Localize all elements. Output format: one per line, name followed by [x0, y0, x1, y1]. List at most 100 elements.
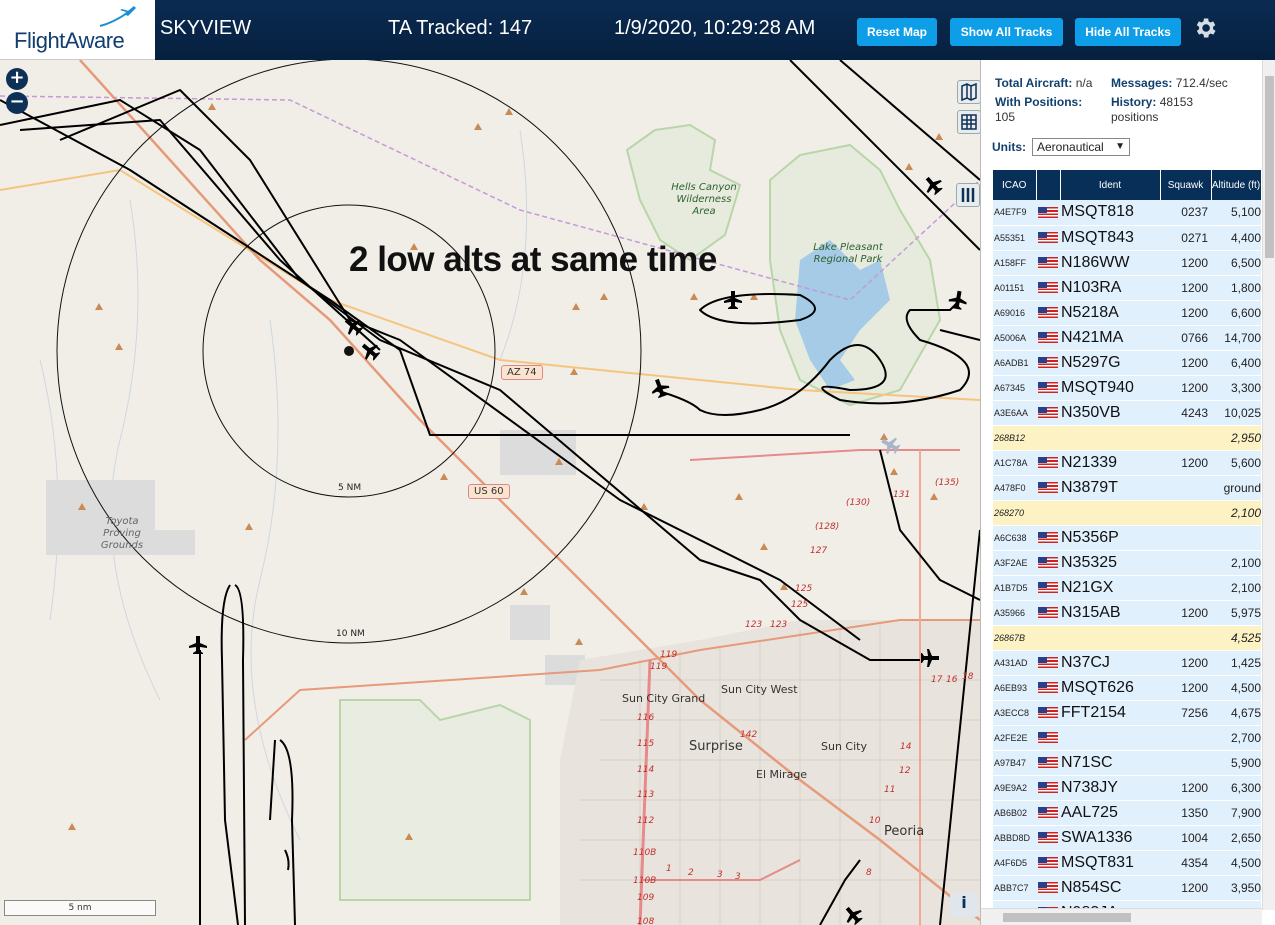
altitude-cell: 5,600	[1211, 450, 1261, 476]
ident-cell: N315AB	[1060, 600, 1160, 626]
units-select[interactable]: Aeronautical ▼	[1032, 138, 1130, 156]
table-row[interactable]: A69016 N5218A 1200 6,600	[993, 300, 1261, 326]
us-flag-icon	[1038, 706, 1058, 718]
reset-map-button[interactable]: Reset Map	[857, 18, 937, 46]
squawk-cell: 1200	[1160, 875, 1211, 901]
table-row[interactable]: ABBD8D SWA1336 1004 2,650	[993, 825, 1261, 851]
flightaware-logo[interactable]: FlightAware	[0, 0, 155, 60]
squawk-cell: 1200	[1160, 375, 1211, 401]
table-row[interactable]: A01151 N103RA 1200 1,800	[993, 275, 1261, 301]
column-header-flag[interactable]	[1036, 170, 1061, 200]
squawk-cell	[1160, 525, 1211, 551]
us-flag-icon	[1038, 381, 1058, 393]
route-number: 114	[637, 765, 655, 775]
squawk-cell: 4243	[1160, 400, 1211, 426]
us-flag-icon	[1038, 681, 1058, 693]
us-flag-icon	[1038, 556, 1058, 568]
table-row[interactable]: A55351 MSQT843 0271 4,400	[993, 225, 1261, 251]
flag-cell	[1036, 750, 1060, 776]
table-row[interactable]: A4E7F9 MSQT818 0237 5,100	[993, 200, 1261, 226]
column-header-squawk[interactable]: Squawk	[1160, 170, 1212, 200]
show-all-tracks-button[interactable]: Show All Tracks	[950, 18, 1063, 46]
ident-cell: AAL725	[1060, 800, 1160, 826]
squawk-cell	[1160, 550, 1211, 576]
vertical-scrollbar[interactable]	[1262, 60, 1275, 910]
table-row[interactable]: A431AD N37CJ 1200 1,425	[993, 650, 1261, 676]
us-flag-icon	[1038, 406, 1058, 418]
table-row[interactable]: A9E9A2 N738JY 1200 6,300	[993, 775, 1261, 801]
horizontal-scrollbar[interactable]	[981, 908, 1262, 925]
app-title: SKYVIEW	[160, 17, 252, 39]
flag-cell	[1036, 375, 1060, 401]
table-row[interactable]: A5006A N421MA 0766 14,700	[993, 325, 1261, 351]
table-row[interactable]: A35966 N315AB 1200 5,975	[993, 600, 1261, 626]
table-row[interactable]: A67345 MSQT940 1200 3,300	[993, 375, 1261, 401]
grid-icon	[961, 114, 977, 130]
table-row[interactable]: 268270 2,100	[993, 500, 1261, 526]
table-row[interactable]: A1B7D5 N21GX 2,100	[993, 575, 1261, 601]
place-surprise: Surprise	[689, 739, 743, 754]
table-row[interactable]: A6C638 N5356P	[993, 525, 1261, 551]
icao-cell: 268270	[993, 500, 1036, 526]
table-row[interactable]: A97B47 N71SC 5,900	[993, 750, 1261, 776]
table-row[interactable]: A6ADB1 N5297G 1200 6,400	[993, 350, 1261, 376]
column-header-altitude[interactable]: Altitude (ft)	[1211, 170, 1262, 200]
altitude-cell: 2,650	[1211, 825, 1261, 851]
icao-cell: A6C638	[993, 525, 1036, 551]
table-row[interactable]: A478F0 N3879T ground	[993, 475, 1261, 501]
zoom-in-button[interactable]: +	[6, 68, 28, 90]
column-header-icao[interactable]: ICAO	[993, 170, 1037, 200]
with-positions-label: With Positions:	[995, 95, 1083, 109]
altitude-cell: 5,100	[1211, 200, 1261, 226]
sidebar-toggle-button[interactable]	[956, 183, 980, 207]
squawk-cell: 7256	[1160, 700, 1211, 726]
icao-cell: ABBD8D	[993, 825, 1036, 851]
altitude-cell: 6,300	[1211, 775, 1261, 801]
table-row[interactable]: A4F6D5 MSQT831 4354 4,500	[993, 850, 1261, 876]
route-number: 112	[637, 816, 655, 826]
us-flag-icon	[1038, 356, 1058, 368]
table-row[interactable]: A6EB93 MSQT626 1200 4,500	[993, 675, 1261, 701]
route-number: 115	[637, 739, 655, 749]
altitude-cell: 3,300	[1211, 375, 1261, 401]
park-label: Toyota Proving Grounds	[100, 516, 144, 551]
route-number: (128)	[815, 522, 840, 532]
table-row[interactable]: A158FF N186WW 1200 6,500	[993, 250, 1261, 276]
table-row[interactable]: A3ECC8 FFT2154 7256 4,675	[993, 700, 1261, 726]
table-row[interactable]: AB6B02 AAL725 1350 7,900	[993, 800, 1261, 826]
table-row[interactable]: 268B12 2,950	[993, 425, 1261, 451]
squawk-cell	[1160, 750, 1211, 776]
flag-cell	[1036, 400, 1060, 426]
ident-cell: MSQT626	[1060, 675, 1160, 701]
table-row[interactable]: 26867B 4,525	[993, 625, 1261, 651]
zoom-out-button[interactable]: −	[6, 92, 28, 114]
table-row[interactable]: A3E6AA N350VB 4243 10,025	[993, 400, 1261, 426]
units-label: Units:	[992, 140, 1026, 154]
squawk-cell: 0766	[1160, 325, 1211, 351]
scrollbar-thumb[interactable]	[1003, 913, 1131, 922]
gear-icon[interactable]	[1192, 15, 1218, 41]
scrollbar-thumb[interactable]	[1265, 76, 1274, 258]
us-flag-icon	[1038, 756, 1058, 768]
table-row[interactable]: A3F2AE N35325 2,100	[993, 550, 1261, 576]
us-flag-icon	[1038, 531, 1058, 543]
table-row[interactable]: ABB7C7 N854SC 1200 3,950	[993, 875, 1261, 901]
ident-cell: N71SC	[1060, 750, 1160, 776]
icao-cell: A3E6AA	[993, 400, 1036, 426]
ident-cell: FFT2154	[1060, 700, 1160, 726]
table-row[interactable]: A2FE2E 2,700	[993, 725, 1261, 751]
table-row[interactable]: A1C78A N21339 1200 5,600	[993, 450, 1261, 476]
altitude-cell: 4,500	[1211, 850, 1261, 876]
flag-cell	[1036, 550, 1060, 576]
us-flag-icon	[1038, 781, 1058, 793]
map-canvas[interactable]: + − 2 low alts at same time 5 NM 10 NM A…	[0, 60, 980, 925]
map-layers-button[interactable]	[957, 80, 980, 104]
icao-cell: A97B47	[993, 750, 1036, 776]
hide-all-tracks-button[interactable]: Hide All Tracks	[1075, 18, 1181, 46]
info-icon[interactable]: i	[950, 893, 978, 917]
column-header-ident[interactable]: Ident	[1060, 170, 1161, 200]
flag-cell	[1036, 275, 1060, 301]
grid-toggle-button[interactable]	[957, 110, 980, 134]
ident-cell: N21GX	[1060, 575, 1160, 601]
altitude-cell: 10,025	[1211, 400, 1261, 426]
